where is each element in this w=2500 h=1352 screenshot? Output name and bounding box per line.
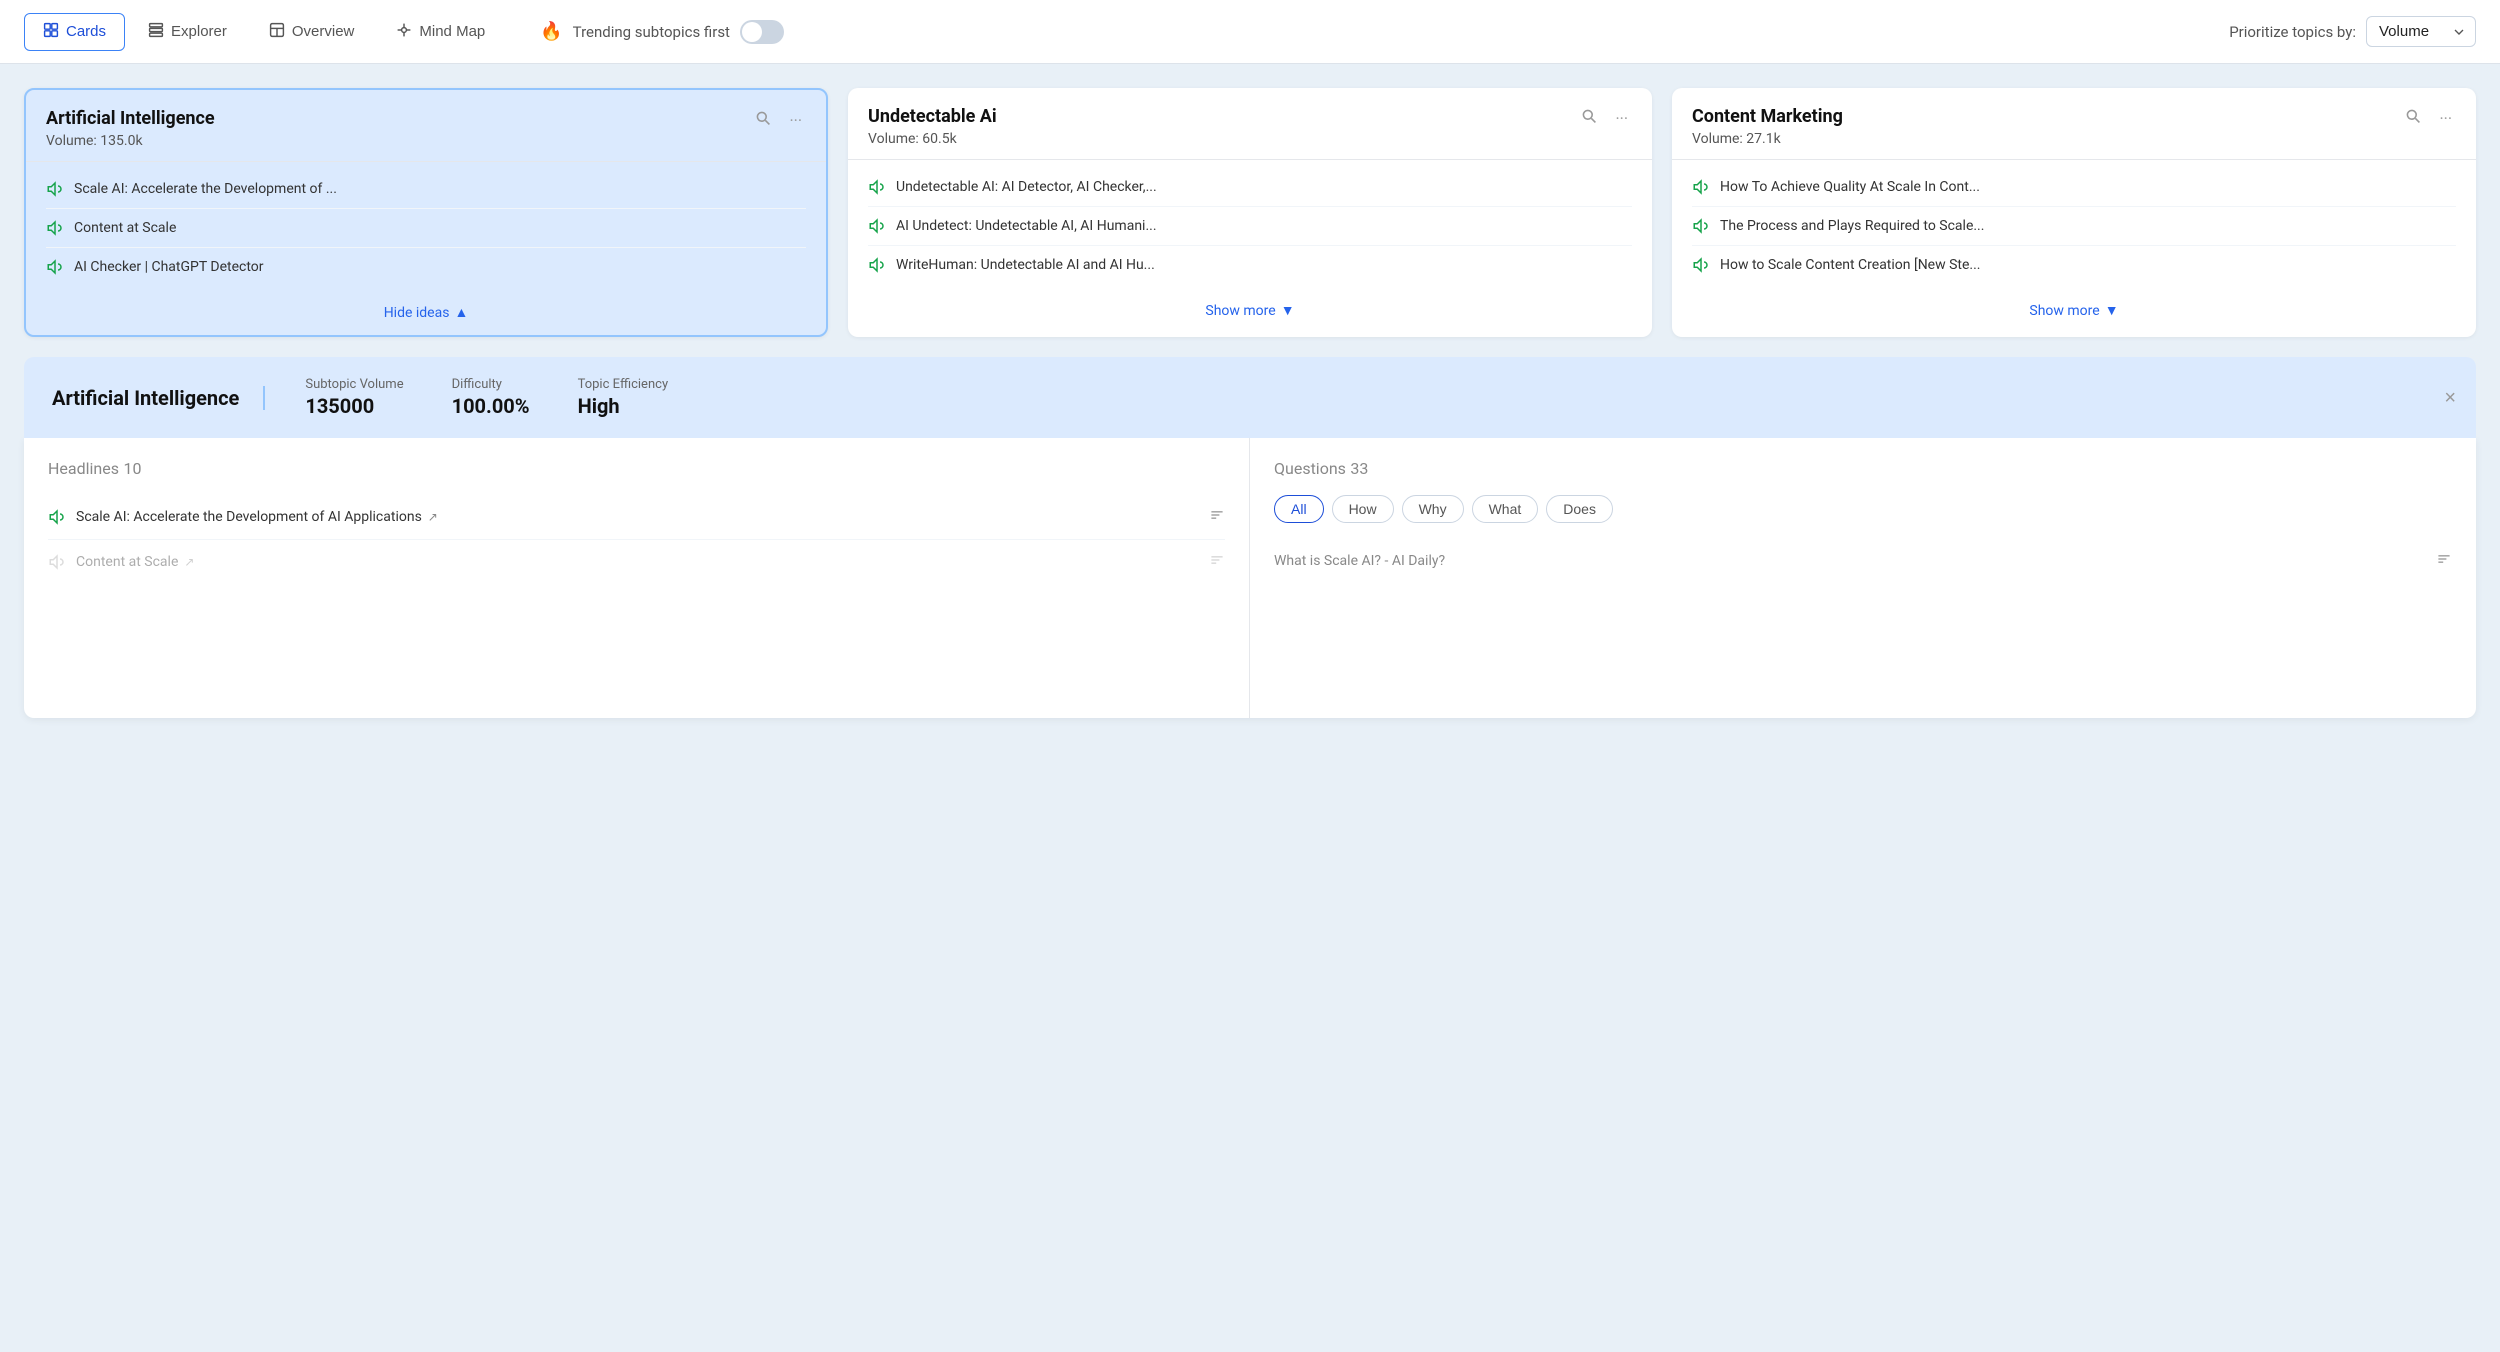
external-link-icon-1[interactable]: ↗ <box>428 510 438 524</box>
card-undetectable-ai: Undetectable Ai Volume: 60.5k ··· <box>848 88 1652 337</box>
headline-item-2: Content at Scale ↗ <box>48 540 1225 584</box>
tab-cards[interactable]: Cards <box>24 13 125 51</box>
overview-icon <box>269 22 285 42</box>
prioritize-select[interactable]: Volume Difficulty Efficiency <box>2366 16 2476 47</box>
detail-stat-efficiency: Topic Efficiency High <box>578 377 669 418</box>
detail-stat-difficulty: Difficulty 100.00% <box>452 377 530 418</box>
card-volume-ai: Volume: 135.0k <box>46 133 215 149</box>
card-footer-undetectable: Show more ▼ <box>848 288 1652 333</box>
headline-text-1: Scale AI: Accelerate the Development of … <box>76 509 1199 525</box>
trending-section: 🔥 Trending subtopics first <box>540 20 784 44</box>
card-body-ai: Scale AI: Accelerate the Development of … <box>26 161 826 290</box>
question-sort-icon-1[interactable] <box>2436 551 2452 571</box>
tab-mindmap-label: Mind Map <box>419 23 485 40</box>
filter-why[interactable]: Why <box>1402 495 1464 523</box>
card-item-content-3: How to Scale Content Creation [New Ste..… <box>1692 246 2456 284</box>
show-more-link-content[interactable]: Show more ▼ <box>2029 302 2118 319</box>
trending-toggle[interactable] <box>740 20 784 44</box>
tab-overview[interactable]: Overview <box>250 13 374 51</box>
detail-stat-efficiency-value: High <box>578 394 669 418</box>
card-header-content: Content Marketing Volume: 27.1k ··· <box>1672 88 2476 159</box>
main-content: Artificial Intelligence Volume: 135.0k ·… <box>0 64 2500 718</box>
card-item-ai-2: Content at Scale <box>46 209 806 248</box>
headlines-title: Headlines 10 <box>48 458 1225 479</box>
prioritize-label: Prioritize topics by: <box>2229 23 2356 41</box>
sort-icon-2[interactable] <box>1209 552 1225 572</box>
tab-overview-label: Overview <box>292 23 355 40</box>
card-footer-ai: Hide ideas ▲ <box>26 290 826 335</box>
cards-icon <box>43 22 59 42</box>
card-volume-undetectable: Volume: 60.5k <box>868 131 997 147</box>
headlines-column: Headlines 10 Scale AI: Accelerate the De… <box>24 438 1250 718</box>
card-more-icon-content[interactable]: ··· <box>2435 107 2456 130</box>
card-item-content-1: How To Achieve Quality At Scale In Cont.… <box>1692 168 2456 207</box>
card-volume-content: Volume: 27.1k <box>1692 131 1843 147</box>
card-item-ai-1: Scale AI: Accelerate the Development of … <box>46 170 806 209</box>
card-title-content: Content Marketing <box>1692 106 1843 127</box>
card-body-undetectable: Undetectable AI: AI Detector, AI Checker… <box>848 159 1652 288</box>
card-item-ai-3: AI Checker | ChatGPT Detector <box>46 248 806 286</box>
trending-label: Trending subtopics first <box>573 23 730 41</box>
tab-mindmap[interactable]: Mind Map <box>377 13 504 51</box>
card-more-icon-ai[interactable]: ··· <box>785 109 806 132</box>
questions-column: Questions 33 All How Why What Does What … <box>1250 438 2476 718</box>
filter-what[interactable]: What <box>1472 495 1539 523</box>
card-artificial-intelligence: Artificial Intelligence Volume: 135.0k ·… <box>24 88 828 337</box>
filter-does[interactable]: Does <box>1546 495 1613 523</box>
detail-stat-difficulty-label: Difficulty <box>452 377 530 392</box>
detail-stat-efficiency-label: Topic Efficiency <box>578 377 669 392</box>
bottom-section: Headlines 10 Scale AI: Accelerate the De… <box>24 438 2476 718</box>
card-search-icon-content[interactable] <box>2401 106 2425 130</box>
question-filters: All How Why What Does <box>1274 495 2452 523</box>
detail-stat-volume-label: Subtopic Volume <box>305 377 403 392</box>
card-body-content: How To Achieve Quality At Scale In Cont.… <box>1672 159 2476 288</box>
card-header-ai: Artificial Intelligence Volume: 135.0k ·… <box>26 90 826 161</box>
explorer-icon <box>148 22 164 42</box>
detail-stat-volume-value: 135000 <box>305 394 403 418</box>
headline-text-2: Content at Scale ↗ <box>76 554 1199 570</box>
top-navigation: Cards Explorer Overview <box>0 0 2500 64</box>
detail-topic-name: Artificial Intelligence <box>52 386 265 410</box>
card-title-ai: Artificial Intelligence <box>46 108 215 129</box>
card-search-icon-undetectable[interactable] <box>1577 106 1601 130</box>
tab-cards-label: Cards <box>66 23 106 40</box>
detail-close-button[interactable]: × <box>2444 388 2456 408</box>
card-content-marketing: Content Marketing Volume: 27.1k ··· <box>1672 88 2476 337</box>
prioritize-section: Prioritize topics by: Volume Difficulty … <box>2229 16 2476 47</box>
card-title-undetectable: Undetectable Ai <box>868 106 997 127</box>
hide-ideas-link-ai[interactable]: Hide ideas ▲ <box>384 304 469 321</box>
filter-how[interactable]: How <box>1332 495 1394 523</box>
card-item-undetectable-2: AI Undetect: Undetectable AI, AI Humani.… <box>868 207 1632 246</box>
tab-explorer-label: Explorer <box>171 23 227 40</box>
card-search-icon-ai[interactable] <box>751 108 775 132</box>
detail-stat-difficulty-value: 100.00% <box>452 394 530 418</box>
sort-icon-1[interactable] <box>1209 507 1225 527</box>
question-item-1: What is Scale AI? - AI Daily? <box>1274 539 2452 583</box>
external-link-icon-2[interactable]: ↗ <box>184 555 194 569</box>
card-item-undetectable-1: Undetectable AI: AI Detector, AI Checker… <box>868 168 1632 207</box>
card-item-undetectable-3: WriteHuman: Undetectable AI and AI Hu... <box>868 246 1632 284</box>
card-more-icon-undetectable[interactable]: ··· <box>1611 107 1632 130</box>
show-more-link-undetectable[interactable]: Show more ▼ <box>1205 302 1294 319</box>
cards-row: Artificial Intelligence Volume: 135.0k ·… <box>24 88 2476 337</box>
questions-title: Questions 33 <box>1274 458 2452 479</box>
detail-panel: Artificial Intelligence Subtopic Volume … <box>24 357 2476 438</box>
flame-icon: 🔥 <box>540 21 562 42</box>
question-text-1: What is Scale AI? - AI Daily? <box>1274 553 2426 569</box>
tab-explorer[interactable]: Explorer <box>129 13 246 51</box>
headline-item-1: Scale AI: Accelerate the Development of … <box>48 495 1225 540</box>
card-footer-content: Show more ▼ <box>1672 288 2476 333</box>
filter-all[interactable]: All <box>1274 495 1324 523</box>
detail-stat-volume: Subtopic Volume 135000 <box>305 377 403 418</box>
mindmap-icon <box>396 22 412 42</box>
card-item-content-2: The Process and Plays Required to Scale.… <box>1692 207 2456 246</box>
card-header-undetectable: Undetectable Ai Volume: 60.5k ··· <box>848 88 1652 159</box>
